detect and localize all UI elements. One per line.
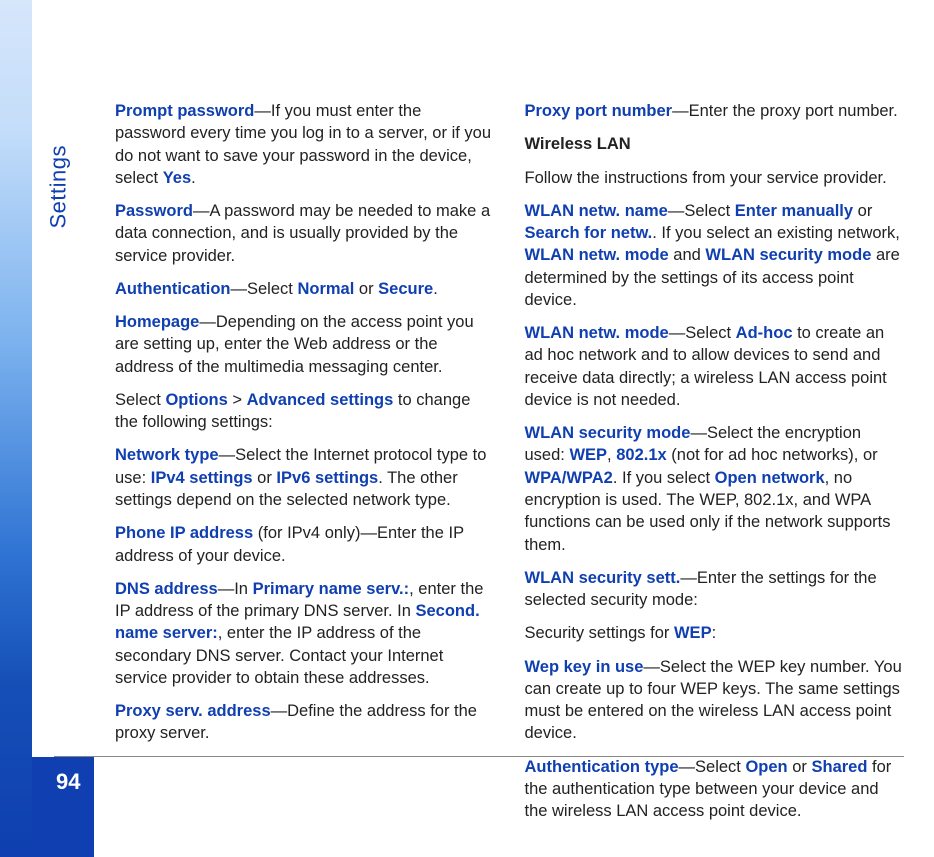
hl-homepage: Homepage <box>115 313 199 331</box>
text: or <box>788 758 812 776</box>
hl-wlan-netw-mode: WLAN netw. mode <box>525 324 669 342</box>
heading-wireless-lan: Wireless LAN <box>525 133 905 155</box>
hl-shared: Shared <box>811 758 867 776</box>
para-phone-ip: Phone IP address (for IPv4 only)—Enter t… <box>115 522 495 567</box>
hl-open: Open <box>745 758 787 776</box>
text: —In <box>218 580 253 598</box>
text: > <box>228 391 247 409</box>
two-column-content: Prompt password—If you must enter the pa… <box>115 100 904 787</box>
para-homepage: Homepage—Depending on the access point y… <box>115 311 495 378</box>
hl-yes: Yes <box>163 169 191 187</box>
para-proxy-port-number: Proxy port number—Enter the proxy port n… <box>525 100 905 122</box>
text: , <box>607 446 616 464</box>
text: or <box>853 202 872 220</box>
para-network-type: Network type—Select the Internet protoco… <box>115 444 495 511</box>
hl-ad-hoc: Ad-hoc <box>736 324 793 342</box>
hl-8021x: 802.1x <box>616 446 666 464</box>
hl-authentication-type: Authentication type <box>525 758 679 776</box>
para-authentication: Authentication—Select Normal or Secure. <box>115 278 495 300</box>
para-prompt-password: Prompt password—If you must enter the pa… <box>115 100 495 189</box>
para-password: Password—A password may be needed to mak… <box>115 200 495 267</box>
text: . If you select <box>613 469 715 487</box>
page: Settings 94 Prompt password—If you must … <box>0 0 934 857</box>
hl-wlan-security-mode: WLAN security mode <box>525 424 691 442</box>
hl-options: Options <box>165 391 227 409</box>
hl-dns-address: DNS address <box>115 580 218 598</box>
text: Follow the instructions from your servic… <box>525 169 887 187</box>
para-dns-address: DNS address—In Primary name serv.:, ente… <box>115 578 495 689</box>
para-wlan-security-sett: WLAN security sett.—Enter the settings f… <box>525 567 905 612</box>
para-wlan-security-mode: WLAN security mode—Select the encryption… <box>525 422 905 556</box>
para-wlan-netw-mode: WLAN netw. mode—Select Ad-hoc to create … <box>525 322 905 411</box>
para-wlan-netw-name: WLAN netw. name—Select Enter manually or… <box>525 200 905 311</box>
text: . <box>433 280 438 298</box>
hl-search-for-netw: Search for netw. <box>525 224 653 242</box>
text: —Select <box>669 324 736 342</box>
hl-open-network: Open network <box>715 469 825 487</box>
hl-secure: Secure <box>378 280 433 298</box>
hl-wlan-netw-mode-inline: WLAN netw. mode <box>525 246 669 264</box>
hl-wlan-netw-name: WLAN netw. name <box>525 202 668 220</box>
text: or <box>253 469 277 487</box>
hl-wlan-security-mode-inline: WLAN security mode <box>705 246 871 264</box>
para-wep-key-in-use: Wep key in use—Select the WEP key number… <box>525 656 905 745</box>
text: . <box>191 169 196 187</box>
para-proxy-serv-address: Proxy serv. address—Define the address f… <box>115 700 495 745</box>
hl-ipv4-settings: IPv4 settings <box>151 469 253 487</box>
text: (not for ad hoc networks), or <box>667 446 878 464</box>
hl-normal: Normal <box>297 280 354 298</box>
hl-enter-manually: Enter manually <box>735 202 853 220</box>
hl-wep-key-in-use: Wep key in use <box>525 658 644 676</box>
hl-wpa-wpa2: WPA/WPA2 <box>525 469 613 487</box>
page-number: 94 <box>56 767 80 797</box>
para-select-options: Select Options > Advanced settings to ch… <box>115 389 495 434</box>
left-column: Prompt password—If you must enter the pa… <box>115 100 495 787</box>
hl-network-type: Network type <box>115 446 219 464</box>
gradient-side-bar <box>0 0 32 857</box>
hl-advanced-settings: Advanced settings <box>247 391 394 409</box>
hl-wep-2: WEP <box>674 624 712 642</box>
text: —Enter the proxy port number. <box>672 102 898 120</box>
hl-phone-ip-address: Phone IP address <box>115 524 253 542</box>
hl-proxy-serv-address: Proxy serv. address <box>115 702 271 720</box>
hl-wlan-security-sett: WLAN security sett. <box>525 569 681 587</box>
text: Select <box>115 391 165 409</box>
text: Security settings for <box>525 624 674 642</box>
hl-proxy-port-number: Proxy port number <box>525 102 673 120</box>
text: —Select <box>679 758 746 776</box>
section-label: Settings <box>44 145 74 229</box>
para-follow-instructions: Follow the instructions from your servic… <box>525 167 905 189</box>
right-column: Proxy port number—Enter the proxy port n… <box>525 100 905 787</box>
text: —Select <box>231 280 298 298</box>
hl-wep: WEP <box>569 446 607 464</box>
hl-prompt-password: Prompt password <box>115 102 254 120</box>
text: or <box>354 280 378 298</box>
para-security-settings-wep: Security settings for WEP: <box>525 622 905 644</box>
hl-primary-name-serv: Primary name serv.: <box>253 580 410 598</box>
hl-ipv6-settings: IPv6 settings <box>276 469 378 487</box>
text: and <box>669 246 706 264</box>
bold-wireless-lan: Wireless LAN <box>525 135 631 153</box>
text: : <box>712 624 717 642</box>
hl-password: Password <box>115 202 193 220</box>
text: . If you select an existing network, <box>652 224 900 242</box>
para-authentication-type: Authentication type—Select Open or Share… <box>525 756 905 823</box>
text: —Select <box>668 202 735 220</box>
hl-authentication: Authentication <box>115 280 231 298</box>
